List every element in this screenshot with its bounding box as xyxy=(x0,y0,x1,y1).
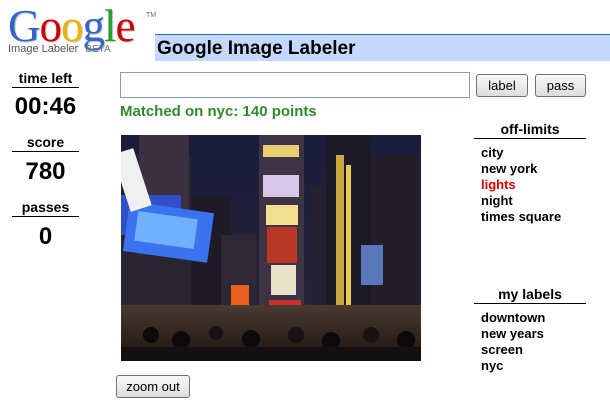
off-limits-item: night xyxy=(481,193,513,208)
my-label-item: downtown xyxy=(481,310,546,325)
off-limits-item-highlighted: lights xyxy=(481,177,516,192)
page-title: Google Image Labeler xyxy=(157,38,356,59)
off-limits-item: new york xyxy=(481,161,538,176)
page-title-bar: Google Image Labeler xyxy=(155,34,610,61)
off-limits-heading: off-limits xyxy=(474,121,586,139)
pass-button[interactable]: pass xyxy=(535,74,586,97)
off-limits-list: city new york lights night times square xyxy=(481,145,561,225)
time-left-label: time left xyxy=(12,70,79,88)
label-button[interactable]: label xyxy=(476,74,528,97)
passes-value: 0 xyxy=(38,223,53,250)
logo-subtitle: Image Labeler BETA xyxy=(8,43,111,55)
off-limits-item: city xyxy=(481,145,504,160)
my-label-item: nyc xyxy=(481,358,504,373)
label-input[interactable] xyxy=(120,72,470,98)
my-labels-list: downtown new years screen nyc xyxy=(481,310,545,374)
time-left-value: 00:46 xyxy=(14,93,77,120)
beta-badge: BETA xyxy=(85,44,111,55)
match-status-message: Matched on nyc: 140 points xyxy=(120,103,317,120)
my-labels-heading: my labels xyxy=(474,286,586,304)
times-square-photo xyxy=(121,135,421,361)
my-label-item: screen xyxy=(481,342,523,357)
logo-letter: e xyxy=(115,1,136,51)
score-label: score xyxy=(12,134,79,152)
logo-trademark: TM xyxy=(146,12,157,19)
my-label-item: new years xyxy=(481,326,544,341)
zoom-out-button[interactable]: zoom out xyxy=(116,375,190,398)
score-value: 780 xyxy=(25,158,66,185)
passes-label: passes xyxy=(12,199,79,217)
google-logo: Google TM Image Labeler BETA xyxy=(8,1,157,56)
photo-illustration xyxy=(121,135,421,361)
product-name: Image Labeler xyxy=(8,43,79,55)
off-limits-item: times square xyxy=(481,209,562,224)
